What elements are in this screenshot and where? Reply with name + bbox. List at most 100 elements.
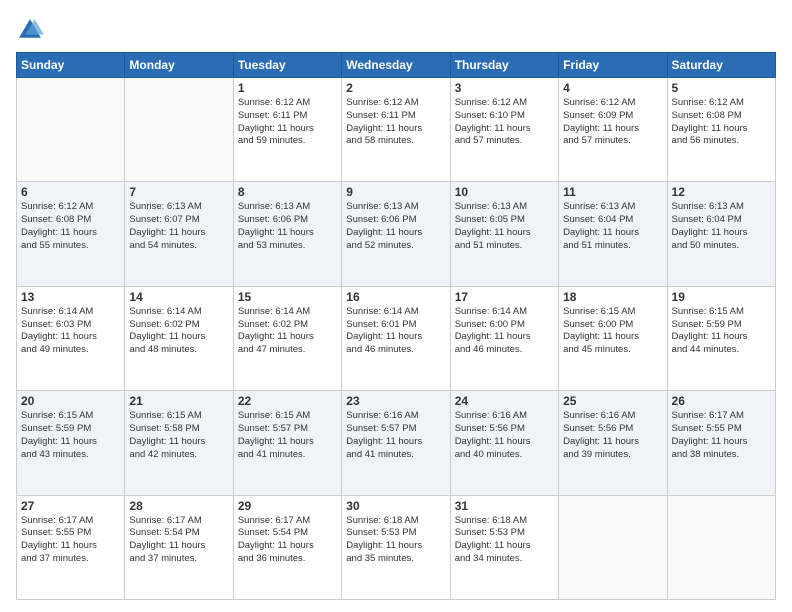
- day-cell: 7 Sunrise: 6:13 AM Sunset: 6:07 PM Daylig…: [125, 182, 233, 286]
- day-cell: 21 Sunrise: 6:15 AM Sunset: 5:58 PM Dayli…: [125, 391, 233, 495]
- day-info: Sunrise: 6:16 AM Sunset: 5:57 PM Dayligh…: [346, 410, 445, 461]
- day-cell: 10 Sunrise: 6:13 AM Sunset: 6:05 PM Dayli…: [450, 182, 558, 286]
- day-info: Sunrise: 6:12 AM Sunset: 6:11 PM Dayligh…: [238, 97, 337, 148]
- day-cell: 29 Sunrise: 6:17 AM Sunset: 5:54 PM Dayli…: [233, 495, 341, 599]
- day-number: 25: [563, 394, 662, 408]
- day-info: Sunrise: 6:13 AM Sunset: 6:06 PM Dayligh…: [346, 201, 445, 252]
- day-cell: 22Sunrise: 6:15 AM Sunset: 5:57 PM Dayli…: [233, 391, 341, 495]
- days-header-row: SundayMondayTuesdayWednesdayThursdayFrid…: [17, 53, 776, 78]
- day-cell: 6 Sunrise: 6:12 AM Sunset: 6:08 PM Daylig…: [17, 182, 125, 286]
- day-number: 1: [238, 81, 337, 95]
- day-info: Sunrise: 6:13 AM Sunset: 6:05 PM Dayligh…: [455, 201, 554, 252]
- day-number: 6: [21, 185, 120, 199]
- day-info: Sunrise: 6:17 AM Sunset: 5:54 PM Dayligh…: [238, 515, 337, 566]
- day-info: Sunrise: 6:12 AM Sunset: 6:11 PM Dayligh…: [346, 97, 445, 148]
- day-cell: [559, 495, 667, 599]
- day-info: Sunrise: 6:16 AM Sunset: 5:56 PM Dayligh…: [563, 410, 662, 461]
- day-info: Sunrise: 6:17 AM Sunset: 5:55 PM Dayligh…: [672, 410, 771, 461]
- day-cell: 11 Sunrise: 6:13 AM Sunset: 6:04 PM Dayli…: [559, 182, 667, 286]
- day-cell: [17, 78, 125, 182]
- day-info: Sunrise: 6:17 AM Sunset: 5:54 PM Dayligh…: [129, 515, 228, 566]
- day-number: 31: [455, 499, 554, 513]
- day-cell: 16Sunrise: 6:14 AM Sunset: 6:01 PM Dayli…: [342, 286, 450, 390]
- day-cell: 30Sunrise: 6:18 AM Sunset: 5:53 PM Dayli…: [342, 495, 450, 599]
- day-cell: 18 Sunrise: 6:15 AM Sunset: 6:00 PM Dayli…: [559, 286, 667, 390]
- day-cell: 15 Sunrise: 6:14 AM Sunset: 6:02 PM Dayli…: [233, 286, 341, 390]
- week-row-3: 13 Sunrise: 6:14 AM Sunset: 6:03 PM Dayli…: [17, 286, 776, 390]
- day-info: Sunrise: 6:15 AM Sunset: 5:58 PM Dayligh…: [129, 410, 228, 461]
- day-number: 3: [455, 81, 554, 95]
- day-number: 2: [346, 81, 445, 95]
- day-info: Sunrise: 6:12 AM Sunset: 6:08 PM Dayligh…: [672, 97, 771, 148]
- day-cell: 3 Sunrise: 6:12 AM Sunset: 6:10 PM Daylig…: [450, 78, 558, 182]
- day-info: Sunrise: 6:15 AM Sunset: 6:00 PM Dayligh…: [563, 306, 662, 357]
- day-number: 11: [563, 185, 662, 199]
- calendar-header: SundayMondayTuesdayWednesdayThursdayFrid…: [17, 53, 776, 78]
- day-header-saturday: Saturday: [667, 53, 775, 78]
- day-cell: [667, 495, 775, 599]
- day-number: 15: [238, 290, 337, 304]
- day-info: Sunrise: 6:13 AM Sunset: 6:07 PM Dayligh…: [129, 201, 228, 252]
- day-info: Sunrise: 6:15 AM Sunset: 5:59 PM Dayligh…: [672, 306, 771, 357]
- day-cell: 9 Sunrise: 6:13 AM Sunset: 6:06 PM Daylig…: [342, 182, 450, 286]
- week-row-4: 20Sunrise: 6:15 AM Sunset: 5:59 PM Dayli…: [17, 391, 776, 495]
- day-cell: 26 Sunrise: 6:17 AM Sunset: 5:55 PM Dayli…: [667, 391, 775, 495]
- day-info: Sunrise: 6:13 AM Sunset: 6:06 PM Dayligh…: [238, 201, 337, 252]
- day-cell: 24 Sunrise: 6:16 AM Sunset: 5:56 PM Dayli…: [450, 391, 558, 495]
- day-info: Sunrise: 6:15 AM Sunset: 5:59 PM Dayligh…: [21, 410, 120, 461]
- day-number: 18: [563, 290, 662, 304]
- day-cell: 19 Sunrise: 6:15 AM Sunset: 5:59 PM Dayli…: [667, 286, 775, 390]
- day-cell: 1 Sunrise: 6:12 AM Sunset: 6:11 PM Daylig…: [233, 78, 341, 182]
- day-cell: 20Sunrise: 6:15 AM Sunset: 5:59 PM Dayli…: [17, 391, 125, 495]
- week-row-1: 1 Sunrise: 6:12 AM Sunset: 6:11 PM Daylig…: [17, 78, 776, 182]
- day-number: 24: [455, 394, 554, 408]
- day-number: 21: [129, 394, 228, 408]
- day-info: Sunrise: 6:14 AM Sunset: 6:02 PM Dayligh…: [129, 306, 228, 357]
- logo-icon: [16, 16, 44, 44]
- day-cell: 5 Sunrise: 6:12 AM Sunset: 6:08 PM Daylig…: [667, 78, 775, 182]
- day-info: Sunrise: 6:12 AM Sunset: 6:08 PM Dayligh…: [21, 201, 120, 252]
- day-number: 26: [672, 394, 771, 408]
- day-number: 13: [21, 290, 120, 304]
- day-number: 4: [563, 81, 662, 95]
- day-cell: [125, 78, 233, 182]
- day-info: Sunrise: 6:13 AM Sunset: 6:04 PM Dayligh…: [672, 201, 771, 252]
- day-info: Sunrise: 6:13 AM Sunset: 6:04 PM Dayligh…: [563, 201, 662, 252]
- day-info: Sunrise: 6:12 AM Sunset: 6:09 PM Dayligh…: [563, 97, 662, 148]
- header: [16, 16, 776, 44]
- day-header-sunday: Sunday: [17, 53, 125, 78]
- week-row-5: 27 Sunrise: 6:17 AM Sunset: 5:55 PM Dayli…: [17, 495, 776, 599]
- day-number: 7: [129, 185, 228, 199]
- day-info: Sunrise: 6:17 AM Sunset: 5:55 PM Dayligh…: [21, 515, 120, 566]
- day-number: 30: [346, 499, 445, 513]
- day-info: Sunrise: 6:16 AM Sunset: 5:56 PM Dayligh…: [455, 410, 554, 461]
- day-number: 19: [672, 290, 771, 304]
- day-cell: 2 Sunrise: 6:12 AM Sunset: 6:11 PM Daylig…: [342, 78, 450, 182]
- day-header-thursday: Thursday: [450, 53, 558, 78]
- day-info: Sunrise: 6:14 AM Sunset: 6:03 PM Dayligh…: [21, 306, 120, 357]
- day-number: 5: [672, 81, 771, 95]
- page: SundayMondayTuesdayWednesdayThursdayFrid…: [0, 0, 792, 612]
- day-number: 27: [21, 499, 120, 513]
- day-info: Sunrise: 6:15 AM Sunset: 5:57 PM Dayligh…: [238, 410, 337, 461]
- calendar: SundayMondayTuesdayWednesdayThursdayFrid…: [16, 52, 776, 600]
- week-row-2: 6 Sunrise: 6:12 AM Sunset: 6:08 PM Daylig…: [17, 182, 776, 286]
- day-number: 16: [346, 290, 445, 304]
- day-cell: 31 Sunrise: 6:18 AM Sunset: 5:53 PM Dayli…: [450, 495, 558, 599]
- day-number: 9: [346, 185, 445, 199]
- day-info: Sunrise: 6:14 AM Sunset: 6:02 PM Dayligh…: [238, 306, 337, 357]
- day-header-monday: Monday: [125, 53, 233, 78]
- day-info: Sunrise: 6:18 AM Sunset: 5:53 PM Dayligh…: [455, 515, 554, 566]
- calendar-body: 1 Sunrise: 6:12 AM Sunset: 6:11 PM Daylig…: [17, 78, 776, 600]
- day-number: 10: [455, 185, 554, 199]
- day-number: 23: [346, 394, 445, 408]
- day-header-wednesday: Wednesday: [342, 53, 450, 78]
- day-number: 29: [238, 499, 337, 513]
- day-info: Sunrise: 6:12 AM Sunset: 6:10 PM Dayligh…: [455, 97, 554, 148]
- day-number: 17: [455, 290, 554, 304]
- day-number: 14: [129, 290, 228, 304]
- day-number: 28: [129, 499, 228, 513]
- day-cell: 28 Sunrise: 6:17 AM Sunset: 5:54 PM Dayli…: [125, 495, 233, 599]
- day-number: 12: [672, 185, 771, 199]
- day-cell: 25 Sunrise: 6:16 AM Sunset: 5:56 PM Dayli…: [559, 391, 667, 495]
